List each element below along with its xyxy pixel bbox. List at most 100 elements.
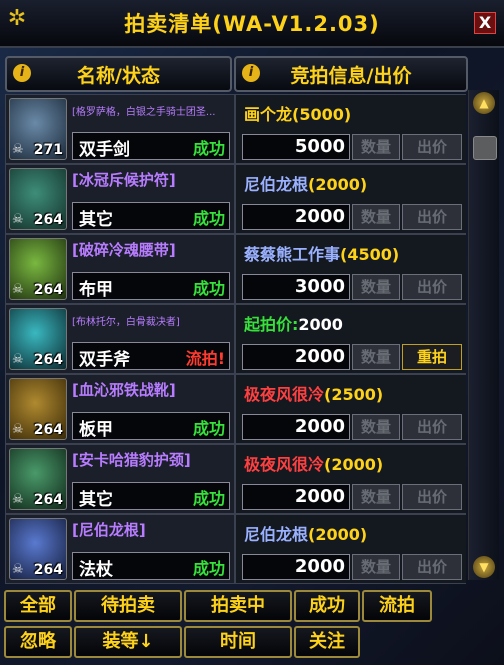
- quantity-button[interactable]: 数量: [352, 344, 400, 370]
- bidder-info: 画个龙(5000): [244, 101, 351, 125]
- item-type: 法杖: [79, 560, 113, 580]
- list-item[interactable]: ☠ 271 [格罗萨格，白银之手骑士团圣... 双手剑 成功 画个龙(5000) 5000 数…: [5, 94, 466, 164]
- close-button[interactable]: X: [474, 12, 496, 34]
- bidder-name: 尼伯龙根: [244, 525, 309, 544]
- item-name[interactable]: [布林托尔，白骨裁决者]: [72, 313, 232, 328]
- bid-panel: 起拍价:2000 2000 数量 重拍: [235, 304, 466, 374]
- boots-icon[interactable]: ☠ 264: [9, 378, 67, 440]
- scroll-down-icon[interactable]: ▼: [473, 556, 495, 578]
- scrollbar[interactable]: ▲ ▼: [468, 90, 499, 580]
- skull-icon: ☠: [12, 282, 24, 297]
- skull-icon: ☠: [12, 142, 24, 157]
- quantity-button[interactable]: 数量: [352, 414, 400, 440]
- price-input[interactable]: 5000: [242, 134, 350, 160]
- skull-icon: ☠: [12, 212, 24, 227]
- bid-button[interactable]: 出价: [402, 414, 462, 440]
- quantity-button[interactable]: 数量: [352, 554, 400, 580]
- bidder-info: 极夜风很冷(2000): [244, 451, 383, 475]
- price-input[interactable]: 2000: [242, 484, 350, 510]
- bidder-name: 尼伯龙根: [244, 175, 309, 194]
- item-name[interactable]: [冰冠斥候护符]: [72, 169, 232, 190]
- quantity-button[interactable]: 数量: [352, 134, 400, 160]
- bidder-name: 极夜风很冷: [244, 385, 325, 404]
- item-info-panel: ☠ 264 [尼伯龙根] 法杖 成功: [5, 514, 235, 584]
- status-badge: 成功: [192, 419, 225, 438]
- list-item[interactable]: ☠ 264 [布林托尔，白骨裁决者] 双手斧 流拍! 起拍价:2000 2000 数量 重拍: [5, 304, 466, 374]
- list-item[interactable]: ☠ 264 [破碎冷魂腰带] 布甲 成功 蔡蔡熊工作事(4500) 3000 数量 出价: [5, 234, 466, 304]
- filter-in-auction-button[interactable]: 拍卖中: [184, 590, 292, 622]
- price-value: 2000: [294, 416, 345, 437]
- price-input[interactable]: 2000: [242, 554, 350, 580]
- filter-failed-button[interactable]: 流拍: [362, 590, 432, 622]
- bidder-info: 尼伯龙根(2000): [244, 521, 367, 545]
- belt-icon[interactable]: ☠ 264: [9, 238, 67, 300]
- item-info-panel: ☠ 264 [安卡哈猎豹护颈] 其它 成功: [5, 444, 235, 514]
- filter-success-button[interactable]: 成功: [294, 590, 360, 622]
- item-type-box: 其它 成功: [72, 482, 230, 510]
- list-item[interactable]: ☠ 264 [安卡哈猎豹护颈] 其它 成功 极夜风很冷(2000) 2000 数量 出价: [5, 444, 466, 514]
- bid-panel: 画个龙(5000) 5000 数量 出价: [235, 94, 466, 164]
- item-type-box: 其它 成功: [72, 202, 230, 230]
- column-header-bid-label: 竞拍信息/出价: [290, 65, 412, 87]
- item-level: 264: [33, 562, 63, 578]
- item-type-box: 法杖 成功: [72, 552, 230, 580]
- filter-ignore-button[interactable]: 忽略: [4, 626, 72, 658]
- scroll-up-icon[interactable]: ▲: [473, 92, 495, 114]
- item-name[interactable]: [尼伯龙根]: [72, 519, 232, 540]
- bidder-name: 蔡蔡熊工作事: [244, 245, 341, 264]
- column-header-name-label: 名称/状态: [77, 65, 160, 87]
- bid-button[interactable]: 出价: [402, 484, 462, 510]
- sword-icon[interactable]: ☠ 271: [9, 98, 67, 160]
- staff-icon[interactable]: ☠ 264: [9, 518, 67, 580]
- bidder-name: 画个龙: [244, 105, 293, 124]
- bid-amount: (4500): [340, 245, 400, 264]
- amulet-icon[interactable]: ☠ 264: [9, 168, 67, 230]
- status-badge: 成功: [192, 209, 225, 228]
- sort-item-level-button[interactable]: 装等↓: [74, 626, 182, 658]
- filter-follow-button[interactable]: 关注: [294, 626, 360, 658]
- bid-button[interactable]: 出价: [402, 274, 462, 300]
- bid-button[interactable]: 出价: [402, 554, 462, 580]
- title-bar[interactable]: ✲ 拍卖清单(WA-V1.2.03) X: [0, 0, 504, 48]
- quantity-button[interactable]: 数量: [352, 204, 400, 230]
- price-input[interactable]: 3000: [242, 274, 350, 300]
- axe-icon[interactable]: ☠ 264: [9, 308, 67, 370]
- bid-button[interactable]: 出价: [402, 134, 462, 160]
- sort-time-button[interactable]: 时间: [184, 626, 292, 658]
- list-item[interactable]: ☠ 264 [冰冠斥候护符] 其它 成功 尼伯龙根(2000) 2000 数量 出价: [5, 164, 466, 234]
- price-input[interactable]: 2000: [242, 204, 350, 230]
- item-type: 双手斧: [79, 350, 130, 370]
- necklace-icon[interactable]: ☠ 264: [9, 448, 67, 510]
- filter-pending-button[interactable]: 待拍卖: [74, 590, 182, 622]
- status-badge: 成功: [192, 279, 225, 298]
- item-name[interactable]: [安卡哈猎豹护颈]: [72, 449, 232, 470]
- list-item[interactable]: ☠ 264 [血沁邪铁战靴] 板甲 成功 极夜风很冷(2500) 2000 数量 出价: [5, 374, 466, 444]
- item-type: 双手剑: [79, 140, 130, 160]
- quantity-button[interactable]: 数量: [352, 274, 400, 300]
- list-item[interactable]: ☠ 264 [尼伯龙根] 法杖 成功 尼伯龙根(2000) 2000 数量 出价: [5, 514, 466, 584]
- auction-list[interactable]: ☠ 271 [格罗萨格，白银之手骑士团圣... 双手剑 成功 画个龙(5000) 5000 数…: [5, 94, 466, 584]
- status-badge: 成功: [192, 559, 225, 578]
- item-name[interactable]: [格罗萨格，白银之手骑士团圣...: [72, 103, 232, 118]
- bidder-info: 尼伯龙根(2000): [244, 171, 367, 195]
- item-level: 264: [33, 352, 63, 368]
- item-level: 264: [33, 282, 63, 298]
- rebid-button[interactable]: 重拍: [402, 344, 462, 370]
- bid-panel: 尼伯龙根(2000) 2000 数量 出价: [235, 164, 466, 234]
- item-info-panel: ☠ 271 [格罗萨格，白银之手骑士团圣... 双手剑 成功: [5, 94, 235, 164]
- bid-button[interactable]: 出价: [402, 204, 462, 230]
- filter-all-button[interactable]: 全部: [4, 590, 72, 622]
- price-input[interactable]: 2000: [242, 344, 350, 370]
- quantity-button[interactable]: 数量: [352, 484, 400, 510]
- item-name[interactable]: [破碎冷魂腰带]: [72, 239, 232, 260]
- item-type-box: 板甲 成功: [72, 412, 230, 440]
- item-level: 264: [33, 422, 63, 438]
- skull-icon: ☠: [12, 352, 24, 367]
- bid-amount: (2000): [308, 525, 368, 544]
- price-input[interactable]: 2000: [242, 414, 350, 440]
- price-value: 2000: [294, 556, 345, 577]
- scroll-thumb[interactable]: [473, 136, 497, 160]
- item-name[interactable]: [血沁邪铁战靴]: [72, 379, 232, 400]
- item-info-panel: ☠ 264 [布林托尔，白骨裁决者] 双手斧 流拍!: [5, 304, 235, 374]
- item-type-box: 双手剑 成功: [72, 132, 230, 160]
